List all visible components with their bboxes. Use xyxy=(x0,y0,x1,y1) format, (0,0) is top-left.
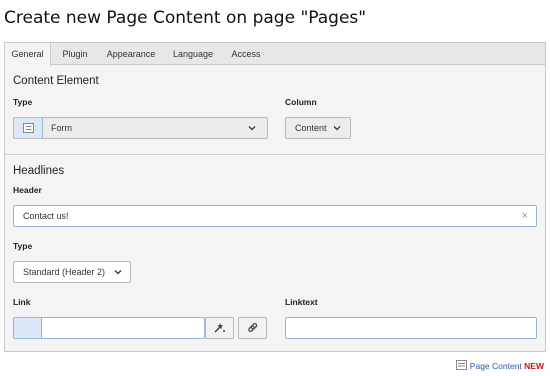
link-button[interactable] xyxy=(238,317,267,339)
tab-language[interactable]: Language xyxy=(167,43,219,65)
type-label: Type xyxy=(13,97,33,107)
column-label: Column xyxy=(285,97,317,107)
form-icon xyxy=(14,118,43,138)
link-input-addon xyxy=(14,318,42,338)
headlines-heading: Headlines xyxy=(13,165,65,177)
column-select[interactable]: Content xyxy=(285,117,351,139)
link-label: Link xyxy=(13,297,31,307)
link-icon xyxy=(248,322,258,333)
headline-type-select[interactable]: Standard (Header 2) xyxy=(13,261,131,283)
link-input[interactable] xyxy=(13,317,205,339)
new-badge: NEW xyxy=(524,361,544,371)
header-input[interactable]: Contact us! × xyxy=(13,205,537,227)
tab-access[interactable]: Access xyxy=(226,43,266,65)
page-content-icon xyxy=(455,360,467,370)
headline-type-label: Type xyxy=(13,241,33,251)
type-select[interactable]: Form xyxy=(13,117,268,139)
section-divider xyxy=(5,154,545,155)
tab-bar: General Plugin Appearance Language Acces… xyxy=(5,43,545,66)
chevron-down-icon xyxy=(114,268,122,275)
page-content-label: Page Content xyxy=(469,361,522,371)
chevron-down-icon xyxy=(333,124,341,131)
link-wizard-button[interactable] xyxy=(205,317,234,339)
column-select-value: Content xyxy=(295,123,327,133)
page-title: Create new Page Content on page "Pages" xyxy=(4,8,367,28)
header-input-value: Contact us! xyxy=(23,211,69,221)
tab-appearance[interactable]: Appearance xyxy=(101,43,161,65)
content-form-panel: General Plugin Appearance Language Acces… xyxy=(4,42,546,352)
header-label: Header xyxy=(13,185,42,195)
wand-icon xyxy=(214,323,225,333)
chevron-down-icon xyxy=(248,124,256,131)
type-select-value: Form xyxy=(51,123,72,133)
content-element-heading: Content Element xyxy=(13,75,99,87)
linktext-input[interactable] xyxy=(285,317,537,339)
clear-icon[interactable]: × xyxy=(522,206,528,226)
linktext-label: Linktext xyxy=(285,297,318,307)
page-content-status: Page Content NEW xyxy=(455,360,544,371)
headline-type-value: Standard (Header 2) xyxy=(23,267,106,277)
tab-general[interactable]: General xyxy=(5,43,51,66)
tab-plugin[interactable]: Plugin xyxy=(57,43,93,65)
